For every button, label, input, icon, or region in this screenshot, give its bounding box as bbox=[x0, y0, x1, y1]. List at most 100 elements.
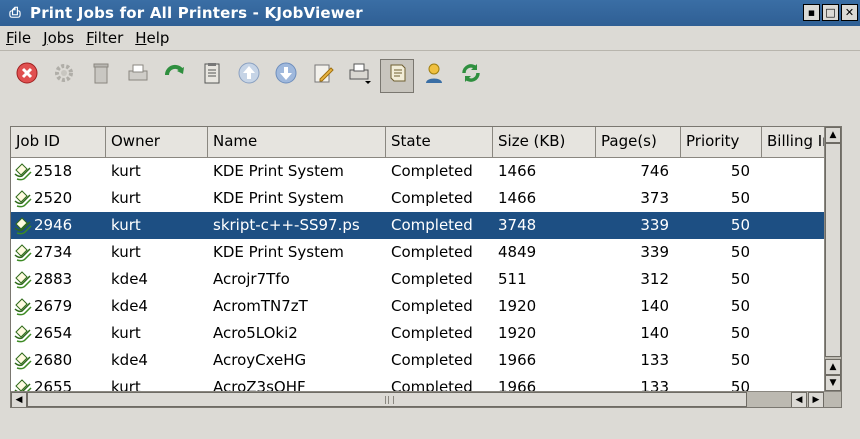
column-header-priority[interactable]: Priority bbox=[681, 127, 762, 157]
cell-name: KDE Print System bbox=[213, 243, 344, 261]
cell-name: Acro5LOki2 bbox=[213, 324, 298, 342]
cell-priority: 50 bbox=[730, 351, 750, 369]
increase-priority-button[interactable] bbox=[232, 59, 266, 93]
menu-accelerator: F bbox=[6, 29, 14, 47]
column-header-state[interactable]: State bbox=[386, 127, 493, 157]
table-row[interactable]: 2734 kurt KDE Print System Completed 4849 339… bbox=[11, 239, 841, 266]
cell-state: Completed bbox=[391, 216, 473, 234]
cell-priority: 50 bbox=[730, 189, 750, 207]
job-id-text: 2518 bbox=[34, 162, 73, 180]
cell-state: Completed bbox=[391, 189, 473, 207]
jobs-table: Job ID Owner Name State Size (KB) Page(s) Prio… bbox=[10, 126, 842, 408]
cell-priority: 50 bbox=[730, 324, 750, 342]
print-job-icon bbox=[13, 162, 33, 182]
table-row[interactable]: 2680 kde4 AcroyCxeHG Completed 1966 133 50 bbox=[11, 347, 841, 374]
cell-pages: 312 bbox=[640, 270, 669, 288]
job-attributes-button[interactable] bbox=[195, 59, 229, 93]
cell-state: Completed bbox=[391, 351, 473, 369]
scroll-up-arrow-icon[interactable]: ▲ bbox=[825, 127, 841, 143]
stop-icon bbox=[15, 61, 39, 91]
cell-state: Completed bbox=[391, 243, 473, 261]
column-header-size-kb[interactable]: Size (KB) bbox=[493, 127, 596, 157]
cell-size: 1920 bbox=[498, 297, 537, 315]
edit-job-button[interactable] bbox=[306, 59, 340, 93]
menu-filter[interactable]: Filter bbox=[80, 29, 129, 47]
job-id-text: 2679 bbox=[34, 297, 73, 315]
minimize-button[interactable]: ▪ bbox=[803, 4, 820, 21]
reload-icon bbox=[163, 61, 187, 91]
menu-label-rest: ile bbox=[13, 29, 32, 47]
arrow-down-icon bbox=[274, 61, 298, 91]
scroll-right-arrow-icon[interactable]: ▶ bbox=[808, 392, 824, 407]
cell-name: AcromTN7zT bbox=[213, 297, 308, 315]
cell-job-id: 2518 bbox=[11, 158, 106, 185]
horizontal-scroll-thumb[interactable] bbox=[27, 392, 747, 407]
scroll-left-arrow-icon[interactable]: ◀ bbox=[11, 392, 27, 407]
refresh-button[interactable] bbox=[454, 59, 488, 93]
cell-name: KDE Print System bbox=[213, 189, 344, 207]
cell-owner: kurt bbox=[111, 189, 141, 207]
column-header-job-id[interactable]: Job ID bbox=[11, 127, 106, 157]
vertical-scrollbar[interactable]: ▲ ▲ ▼ bbox=[824, 127, 841, 391]
scroll-left-arrow-icon[interactable]: ◀ bbox=[791, 392, 807, 407]
printer-app-icon[interactable]: ⎙ bbox=[4, 5, 26, 21]
remove-job-button[interactable] bbox=[84, 59, 118, 93]
scroll-up-arrow-icon[interactable]: ▲ bbox=[825, 359, 841, 375]
close-button[interactable]: ✕ bbox=[841, 4, 858, 21]
job-settings-button[interactable] bbox=[47, 59, 81, 93]
cancel-job-button[interactable] bbox=[10, 59, 44, 93]
column-header-page-s[interactable]: Page(s) bbox=[596, 127, 681, 157]
print-job-icon bbox=[13, 297, 33, 317]
trash-icon bbox=[89, 61, 113, 91]
cell-owner: kurt bbox=[111, 216, 141, 234]
gear-icon bbox=[52, 61, 76, 91]
scroll-down-arrow-icon[interactable]: ▼ bbox=[825, 375, 841, 391]
print-job-icon bbox=[13, 216, 33, 236]
cell-pages: 133 bbox=[640, 351, 669, 369]
column-header-owner[interactable]: Owner bbox=[106, 127, 208, 157]
table-row[interactable]: 2654 kurt Acro5LOki2 Completed 1920 140 50 bbox=[11, 320, 841, 347]
printer-select-button[interactable] bbox=[343, 59, 377, 93]
arrow-up-icon bbox=[237, 61, 261, 91]
clipboard-icon bbox=[200, 61, 224, 91]
completed-jobs-toggle[interactable] bbox=[380, 59, 414, 93]
title-bar[interactable]: ⎙ Print Jobs for All Printers - KJobView… bbox=[0, 0, 860, 26]
print-job-icon bbox=[13, 270, 33, 290]
cell-state: Completed bbox=[391, 324, 473, 342]
refresh-icon bbox=[459, 61, 483, 91]
vertical-scroll-thumb[interactable] bbox=[825, 143, 841, 357]
window-title: Print Jobs for All Printers - KJobViewer bbox=[30, 4, 363, 22]
column-header-name[interactable]: Name bbox=[208, 127, 386, 157]
table-row[interactable]: 2520 kurt KDE Print System Completed 1466 373… bbox=[11, 185, 841, 212]
maximize-button[interactable]: □ bbox=[822, 4, 839, 21]
cell-name: skript-c++-SS97.ps bbox=[213, 216, 360, 234]
table-row[interactable]: 2946 kurt skript-c++-SS97.ps Completed 3748 3… bbox=[11, 212, 841, 239]
print-job-icon bbox=[13, 351, 33, 371]
scroll-icon bbox=[385, 61, 409, 91]
table-row[interactable]: 2518 kurt KDE Print System Completed 1466 746… bbox=[11, 158, 841, 185]
menu-label-rest: ilter bbox=[93, 29, 124, 47]
menu-jobs[interactable]: Jobs bbox=[37, 29, 80, 47]
cell-owner: kde4 bbox=[111, 270, 148, 288]
cell-owner: kde4 bbox=[111, 351, 148, 369]
cell-name: KDE Print System bbox=[213, 162, 344, 180]
user-filter-button[interactable] bbox=[417, 59, 451, 93]
cell-owner: kurt bbox=[111, 243, 141, 261]
move-job-button[interactable] bbox=[121, 59, 155, 93]
printer-icon bbox=[126, 61, 150, 91]
cell-size: 511 bbox=[498, 270, 527, 288]
menu-label-rest: obs bbox=[47, 29, 75, 47]
table-body: 2518 kurt KDE Print System Completed 1466 746… bbox=[11, 158, 841, 401]
toolbar bbox=[0, 51, 860, 121]
restart-job-button[interactable] bbox=[158, 59, 192, 93]
horizontal-scrollbar[interactable]: ◀ ◀ ▶ bbox=[11, 391, 841, 407]
grip-icon bbox=[385, 396, 394, 404]
table-row[interactable]: 2883 kde4 Acrojr7Tfo Completed 511 312 50 bbox=[11, 266, 841, 293]
decrease-priority-button[interactable] bbox=[269, 59, 303, 93]
menu-file[interactable]: File bbox=[0, 29, 37, 47]
job-id-text: 2734 bbox=[34, 243, 73, 261]
cell-priority: 50 bbox=[730, 270, 750, 288]
table-row[interactable]: 2679 kde4 AcromTN7zT Completed 1920 140 50 bbox=[11, 293, 841, 320]
menu-accelerator: H bbox=[135, 29, 147, 47]
menu-help[interactable]: Help bbox=[129, 29, 175, 47]
